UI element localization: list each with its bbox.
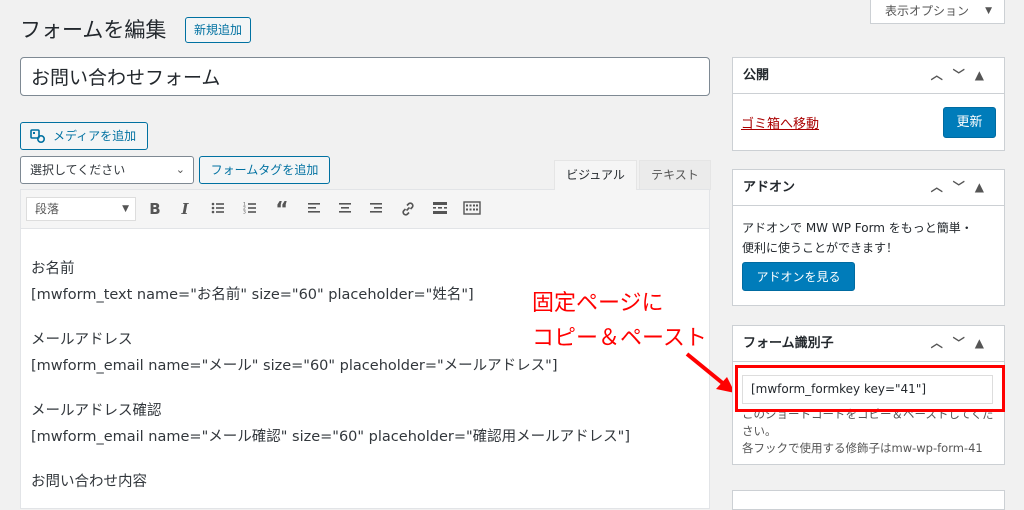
tab-text[interactable]: テキスト bbox=[639, 160, 711, 190]
align-center-icon[interactable] bbox=[333, 198, 357, 220]
content-line: お問い合わせ内容 bbox=[31, 474, 147, 490]
chevron-down-icon: ﹀ bbox=[952, 180, 975, 194]
add-new-button[interactable]: 新規追加 bbox=[185, 17, 252, 43]
addon-box-title: アドオン bbox=[743, 180, 796, 195]
addon-description-line: アドオンで MW WP Form をもっと簡単・ bbox=[742, 221, 973, 235]
caret-down-icon: ▼ bbox=[122, 204, 129, 214]
collapse-toggle-icon: ▲ bbox=[974, 336, 994, 350]
form-identifier-box-title: フォーム識別子 bbox=[743, 336, 834, 351]
annotation-line-1: 固定ページに bbox=[532, 291, 664, 316]
caret-down-icon: ▼ bbox=[985, 6, 992, 16]
highlight-frame bbox=[735, 365, 1005, 412]
form-key-note-line: さい。 bbox=[742, 424, 777, 438]
link-icon[interactable] bbox=[396, 198, 420, 220]
toolbar-toggle-icon[interactable] bbox=[460, 198, 484, 220]
title-input[interactable]: お問い合わせフォーム bbox=[20, 57, 710, 96]
chevron-up-icon: ︿ bbox=[930, 180, 953, 194]
content-line: [mwform_email name="メール確認" size="60" pla… bbox=[31, 429, 631, 445]
chevron-down-icon: ﹀ bbox=[952, 336, 975, 350]
chevron-down-icon: ﹀ bbox=[952, 68, 975, 82]
publish-box-header[interactable]: 公開 ︿﹀▲ bbox=[733, 58, 1004, 94]
trash-link[interactable]: ゴミ箱へ移動 bbox=[741, 113, 819, 132]
box-controls[interactable]: ︿﹀▲ bbox=[931, 326, 994, 361]
numbered-list-icon[interactable]: 123 bbox=[238, 198, 262, 220]
read-more-icon[interactable] bbox=[428, 198, 452, 220]
form-key-note: このショートコードをコピー＆ペーストしてくだ さい。 各フックで使用する修飾子は… bbox=[742, 406, 1000, 457]
box-controls[interactable]: ︿﹀▲ bbox=[931, 58, 994, 93]
update-button[interactable]: 更新 bbox=[943, 107, 996, 138]
collapse-toggle-icon: ▲ bbox=[974, 180, 994, 194]
annotation-line-2: コピー＆ペースト bbox=[532, 326, 707, 351]
italic-icon[interactable]: I bbox=[173, 198, 197, 220]
screen-options-label: 表示オプション bbox=[885, 4, 970, 18]
form-key-note-line: 各フックで使用する修飾子はmw-wp-form-41 bbox=[742, 441, 983, 455]
bold-icon[interactable]: B bbox=[143, 198, 167, 220]
chevron-up-icon: ︿ bbox=[930, 336, 953, 350]
media-icon bbox=[30, 129, 46, 144]
chevron-up-icon: ︿ bbox=[930, 68, 953, 82]
format-select-value: 段落 bbox=[35, 202, 60, 216]
form-tag-select[interactable]: 選択してください ⌄ bbox=[20, 156, 194, 184]
tab-visual[interactable]: ビジュアル bbox=[554, 160, 637, 190]
align-left-icon[interactable] bbox=[302, 198, 326, 220]
addon-description-line: 便利に使うことができます！ bbox=[742, 241, 899, 255]
content-line: お名前 bbox=[31, 261, 75, 277]
page-title: フォームを編集 bbox=[20, 18, 167, 42]
format-select[interactable]: 段落 ▼ bbox=[26, 197, 136, 221]
content-line: [mwform_email name="メール" size="60" place… bbox=[31, 358, 558, 374]
screen-options-toggle[interactable]: 表示オプション ▼ bbox=[870, 0, 1005, 24]
next-box bbox=[732, 490, 1005, 510]
publish-box-title: 公開 bbox=[743, 68, 770, 83]
bullet-list-icon[interactable] bbox=[206, 198, 230, 220]
form-identifier-box-header[interactable]: フォーム識別子 ︿﹀▲ bbox=[733, 326, 1004, 362]
svg-text:3: 3 bbox=[243, 210, 246, 216]
addon-description: アドオンで MW WP Form をもっと簡単・ 便利に使うことができます！ bbox=[742, 218, 992, 258]
chevron-down-icon: ⌄ bbox=[175, 163, 185, 176]
view-addons-button[interactable]: アドオンを見る bbox=[742, 262, 855, 291]
box-controls[interactable]: ︿﹀▲ bbox=[931, 170, 994, 205]
add-media-label: メディアを追加 bbox=[53, 129, 137, 143]
align-right-icon[interactable] bbox=[364, 198, 388, 220]
addon-box-header[interactable]: アドオン ︿﹀▲ bbox=[733, 170, 1004, 206]
blockquote-icon[interactable]: “ bbox=[270, 198, 294, 220]
form-tag-select-value: 選択してください bbox=[30, 163, 126, 177]
content-line: メールアドレス確認 bbox=[31, 403, 162, 419]
add-form-tag-button[interactable]: フォームタグを追加 bbox=[199, 156, 330, 184]
collapse-toggle-icon: ▲ bbox=[974, 68, 994, 82]
add-media-button[interactable]: メディアを追加 bbox=[20, 122, 148, 150]
